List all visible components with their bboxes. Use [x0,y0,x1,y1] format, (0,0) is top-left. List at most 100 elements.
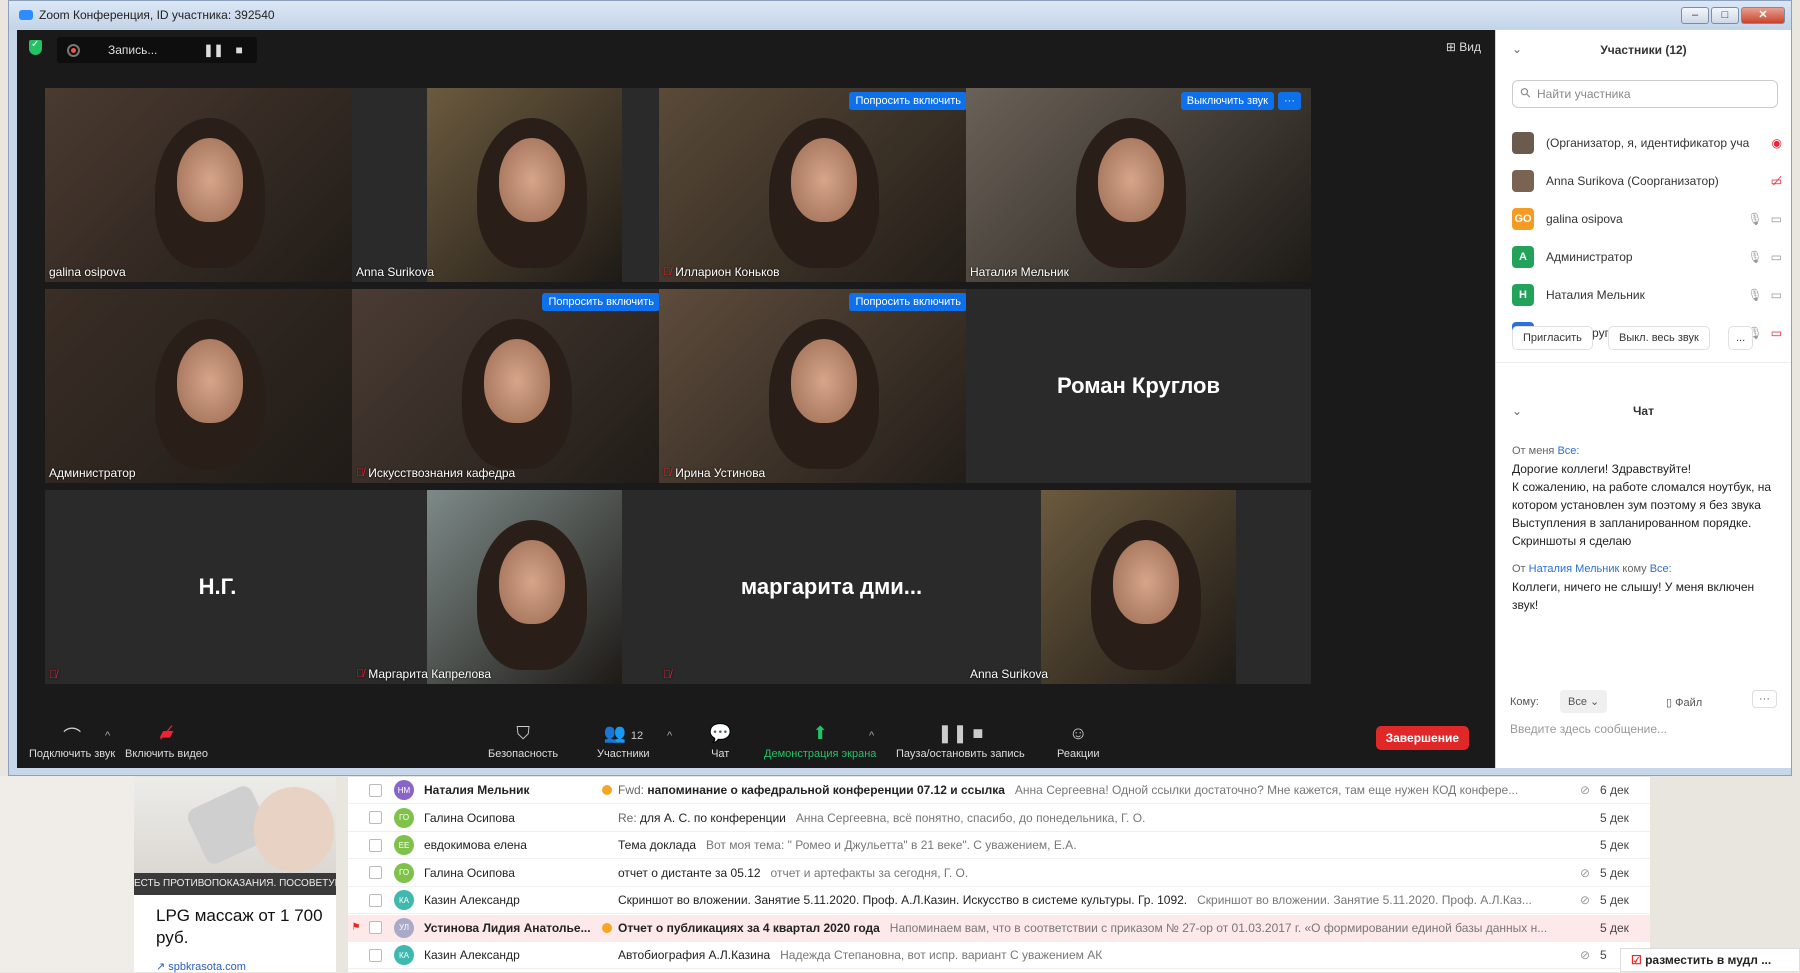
participant-row[interactable]: Н Наталия Мельник 🎙 ▭ [1512,281,1782,309]
mail-row[interactable]: ⚑ УЛ Устинова Лидия Анатолье... Отчет о пу… [348,914,1650,942]
person-face [499,138,565,222]
video-tile[interactable]: galina osipova [45,88,390,282]
mail-date: 5 дек [1600,893,1629,907]
pause-stop-record-button[interactable]: ❚❚ ■ Пауза/остановить запись [896,723,1025,760]
tile-more-button[interactable]: ··· [1278,92,1301,110]
mute-all-button[interactable]: Выкл. весь звук [1608,326,1710,350]
participant-row[interactable]: (Организатор, я, идентификатор уча ◉ [1512,129,1782,157]
participants-options-chevron-icon[interactable]: ^ [667,730,672,742]
participant-row[interactable]: GO galina osipova 🎙 ▭ [1512,205,1782,233]
video-tile[interactable]: 🎙̸ Маргарита Капрелова [352,490,697,684]
mail-row[interactable]: ЕЕ евдокимова елена Тема доклада Вот моя т… [348,832,1650,859]
video-feed [427,490,622,684]
mail-row[interactable]: КА Казин Александр Автобиография А.Л.Кази… [348,942,1650,969]
unread-dot[interactable] [602,922,612,933]
tile-label: Администратор [49,466,136,480]
video-tile[interactable]: Попросить включить···🎙̸Илларион Коньков [659,88,1004,282]
tile-action-button[interactable]: Выключить звук [1180,92,1274,110]
mic-muted-icon: 🎙̸ [663,467,672,479]
video-tile[interactable]: Выключить звук ··· Наталия Мельник [966,88,1311,282]
video-tile[interactable]: Н.Г. 🎙̸ [45,490,390,684]
video-tile[interactable]: Попросить включить···🎙̸Ирина Устинова [659,289,1004,483]
security-shield-icon[interactable] [29,39,42,55]
video-tile[interactable]: Попросить включить···🎙̸Искусствознания к… [352,289,697,483]
person-face [499,540,565,624]
flag-icon[interactable]: ⚑ [348,922,364,933]
mail-checkbox[interactable] [369,811,382,824]
video-tile[interactable]: маргарита дми... 🎙̸ [659,490,1004,684]
unread-dot[interactable] [602,895,612,905]
close-button[interactable]: ✕ [1741,7,1785,24]
mail-checkbox[interactable] [369,893,382,907]
participants-button[interactable]: 👥 12 Участники [597,723,650,760]
more-options-button[interactable]: ... [1728,326,1754,350]
video-tile[interactable]: Anna Surikova [966,490,1311,684]
unread-dot[interactable] [602,813,612,823]
recipient-select[interactable]: Все ⌄ [1560,690,1608,713]
ad-title[interactable]: LPG массаж от 1 700 руб. [156,905,326,949]
file-button[interactable]: ▯ Файл [1666,696,1702,709]
reactions-button[interactable]: ☺ Реакции [1057,723,1100,760]
advertisement[interactable]: ЕСТЬ ПРОТИВОПОКАЗАНИЯ. ПОСОВЕТУЙТЕСЬ С В… [134,777,336,973]
audio-options-chevron-icon[interactable]: ^ [105,730,110,742]
share-screen-button[interactable]: ⬆ Демонстрация экрана [764,723,876,760]
stop-record-icon[interactable]: ■ [236,43,243,57]
person-face [1098,138,1164,222]
minimize-button[interactable]: – [1681,7,1709,24]
message-input[interactable]: Введите здесь сообщение... [1510,722,1667,736]
participant-name: Anna Surikova [970,667,1049,681]
participant-display-name: Н.Г. [198,574,237,599]
join-audio-button[interactable]: ⌒ Подключить звук [29,723,115,760]
unread-dot[interactable] [602,868,612,878]
mic-muted-icon: 🎙̸ [663,669,672,681]
participants-title: Участники (12) [1600,43,1687,57]
mail-row[interactable]: ГО Галина Осипова Re: для А. С. по конфере… [348,805,1650,832]
mail-checkbox[interactable] [369,921,382,934]
mail-checkbox[interactable] [369,783,382,797]
recording-label: Запись... [108,43,158,57]
video-tile[interactable]: Роман Круглов [966,289,1311,483]
video-icon: ▭ [1770,250,1782,264]
chat-messages: От меня Все: Дорогие коллеги! Здравствуй… [1512,438,1774,614]
recipient-label: Кому: [1510,696,1539,708]
view-button[interactable]: ⊞ Вид [1446,40,1481,54]
participants-label: Участники [597,748,650,760]
invite-button[interactable]: Пригласить [1512,326,1593,350]
unread-dot[interactable] [602,840,612,850]
mail-checkbox[interactable] [369,838,382,852]
participant-row[interactable]: A Администратор 🎙 ▭ [1512,243,1782,271]
participant-row[interactable]: Anna Surikova (Соорганизатор) ▭̸ [1512,167,1782,195]
participant-search-input[interactable]: Найти участника [1512,80,1778,108]
mic-muted-icon: 🎙̸ [49,669,58,681]
mail-checkbox[interactable] [369,948,382,962]
mail-row[interactable]: НМ Наталия Мельник Fwd: напоминание о кафе… [348,777,1650,804]
participants-count: 12 [630,730,644,742]
pause-record-icon[interactable]: ❚❚ [203,43,223,57]
start-video-button[interactable]: ▰̸ Включить видео [125,723,208,760]
share-to-moodle-button[interactable]: ☑ разместить в мудл ... [1620,948,1800,972]
security-button[interactable]: ⛉ Безопасность [488,723,558,760]
end-meeting-button[interactable]: Завершение [1375,726,1469,750]
ad-link[interactable]: ↗ spbkrasota.com [156,960,246,973]
pause-stop-icon: ❚❚ ■ [937,723,984,743]
attachment-icon: ⊘ [1579,865,1591,880]
tile-action-button[interactable]: Попросить включить [849,293,967,311]
sender-avatar: КА [394,890,414,910]
tile-action-button[interactable]: Попросить включить [542,293,660,311]
tile-action-button[interactable]: Попросить включить [849,92,967,110]
person-face [791,339,857,423]
participants-icon: 👥 12 [603,723,644,743]
chat-more-button[interactable]: ··· [1752,690,1777,708]
unread-dot[interactable] [602,950,612,960]
video-tile[interactable]: Администратор [45,289,390,483]
video-feed [1041,490,1236,684]
share-options-chevron-icon[interactable]: ^ [869,730,874,742]
video-tile[interactable]: Anna Surikova [352,88,697,282]
mail-row[interactable]: ГО Галина Осипова отчет о дистанте за 05.… [348,860,1650,887]
maximize-button[interactable]: □ [1711,7,1739,24]
unread-dot[interactable] [602,785,612,795]
mail-checkbox[interactable] [369,866,382,879]
mail-row[interactable]: КА Казин Александр Скриншот во вложении. … [348,887,1650,914]
chat-button[interactable]: 💬 Чат [709,723,731,760]
person-face [1113,540,1179,624]
